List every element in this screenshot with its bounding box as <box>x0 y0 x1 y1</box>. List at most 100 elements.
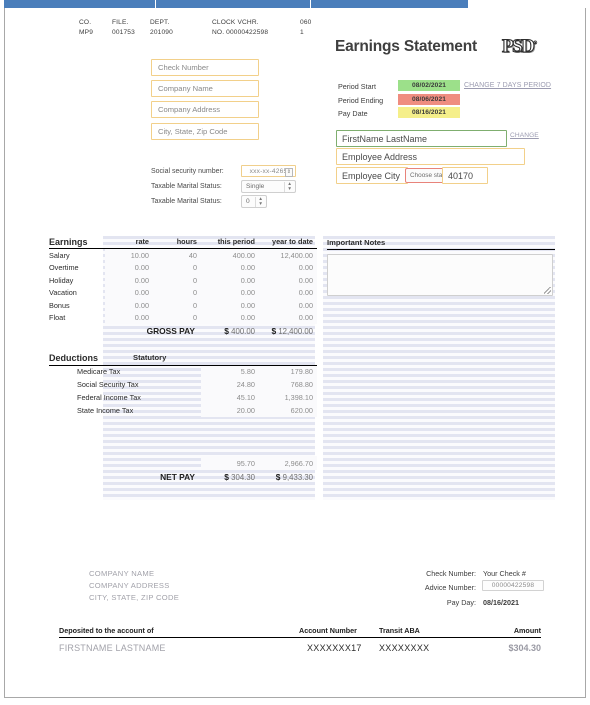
earnings-hours-cell[interactable]: 0 <box>153 261 201 274</box>
earnings-rate-cell[interactable]: 0.00 <box>105 311 153 325</box>
earnings-hours-cell[interactable]: 40 <box>153 248 201 262</box>
earnings-ytd-cell[interactable]: 0.00 <box>259 311 317 325</box>
column-header-this-period: this period <box>201 236 259 250</box>
deduction-this-cell[interactable]: 20.00 <box>201 404 259 417</box>
ssn-input[interactable]: xxx-xx-4265 ⇕ <box>241 165 296 177</box>
earnings-ytd-cell[interactable]: 0.00 <box>259 298 317 312</box>
earnings-hours-cell[interactable]: 0 <box>153 311 201 325</box>
earnings-this-cell[interactable]: 0.00 <box>201 298 259 312</box>
deduction-ytd-cell[interactable]: 620.00 <box>259 404 317 417</box>
deposit-header-account-number: Account Number <box>299 626 357 635</box>
earnings-row-label: Overtime <box>49 262 79 272</box>
advice-number-label: Advice Number: <box>424 583 476 592</box>
deduction-this-cell[interactable]: 45.10 <box>201 391 259 404</box>
progress-divider <box>310 0 311 8</box>
deduction-ytd-cell[interactable]: 768.80 <box>259 378 317 391</box>
meta-label-clock: CLOCK VCHR. <box>212 19 259 26</box>
earnings-rate-cell[interactable]: 10.00 <box>105 248 153 262</box>
gross-pay-this-value: 400.00 <box>231 327 255 337</box>
pay-day-value: 08/16/2021 <box>483 598 519 607</box>
deduction-this-cell[interactable]: 5.80 <box>201 365 259 378</box>
marital-status-select-2[interactable]: 0 ▴ ▾ <box>241 195 267 208</box>
progress-divider <box>155 0 156 8</box>
currency-symbol: $ <box>271 326 277 337</box>
earnings-this-cell[interactable]: 0.00 <box>201 273 259 287</box>
deposit-value-row: FIRSTNAME LASTNAME XXXXXXX17 XXXXXXXX $3… <box>59 643 541 657</box>
deduction-row-label: Federal Income Tax <box>77 393 141 402</box>
company-name-input[interactable]: Company Name <box>151 80 259 97</box>
earnings-row-label: Bonus <box>49 300 70 310</box>
table-row: Overtime 0.00 0 0.00 0.00 <box>49 261 317 274</box>
page-title: Earnings Statement <box>335 38 477 55</box>
employee-zip-input[interactable]: 40170 <box>442 167 488 184</box>
earnings-hours-cell[interactable]: 0 <box>153 273 201 287</box>
check-number-input[interactable]: Check Number <box>151 59 259 76</box>
spacer-row <box>49 430 317 443</box>
top-progress-bar <box>0 0 590 8</box>
employee-name-input[interactable]: FirstName LastName <box>336 130 507 147</box>
net-pay-ytd: $ 9,433.30 <box>259 470 317 483</box>
earnings-rate-cell[interactable]: 0.00 <box>105 286 153 299</box>
earnings-rate-cell[interactable]: 0.00 <box>105 273 153 287</box>
meta-value-row: MP9 001753 201090 NO. 00000422598 1 <box>79 28 330 38</box>
advice-number-input[interactable]: 00000422598 <box>482 580 544 591</box>
earnings-hours-cell[interactable]: 0 <box>153 298 201 312</box>
gross-pay-row: GROSS PAY $ 400.00 $ 12,400.00 <box>49 324 317 337</box>
change-employee-link[interactable]: CHANGE <box>510 132 539 139</box>
payroll-meta-header: CO. FILE. DEPT. CLOCK VCHR. 060 MP9 0017… <box>79 18 330 38</box>
marital-status-label-1: Taxable Marital Status: <box>151 183 222 190</box>
table-row: State Income Tax 20.00 620.00 <box>49 404 317 417</box>
meta-value-dept: 201090 <box>150 29 173 36</box>
stepper-icon[interactable]: ⇕ <box>285 167 293 177</box>
column-header-rate: rate <box>105 236 153 250</box>
net-pay-this-period: $ 304.30 <box>201 470 259 483</box>
company-city-input[interactable]: City, State, Zip Code <box>151 123 259 140</box>
chevron-updown-icon: ▴▾ <box>284 181 291 192</box>
meta-label-co: CO. <box>79 19 92 26</box>
meta-label-file: FILE. <box>112 19 129 26</box>
check-number-label: Check Number: <box>426 569 476 578</box>
employee-address-input[interactable]: Employee Address <box>336 148 525 165</box>
deduction-ytd-cell[interactable]: 179.80 <box>259 365 317 378</box>
table-row: Salary 10.00 40 400.00 12,400.00 <box>49 248 317 262</box>
marital-status-value-1: Single <box>246 183 265 190</box>
deduction-row-label: Social Security Tax <box>77 380 139 389</box>
earnings-ytd-cell[interactable]: 0.00 <box>259 261 317 274</box>
earnings-this-cell[interactable]: 0.00 <box>201 311 259 325</box>
earnings-ytd-cell[interactable]: 12,400.00 <box>259 248 317 262</box>
marital-status-select-1[interactable]: Single ▴ ▾ <box>241 180 296 193</box>
deduction-this-cell[interactable]: 24.80 <box>201 378 259 391</box>
earnings-this-cell[interactable]: 0.00 <box>201 261 259 274</box>
company-address-input[interactable]: Company Address <box>151 101 259 118</box>
table-row: Float 0.00 0 0.00 0.00 <box>49 311 317 325</box>
earnings-ytd-cell[interactable]: 0.00 <box>259 286 317 299</box>
pay-date-value[interactable]: 08/16/2021 <box>398 107 460 118</box>
earnings-table: Earnings rate hours this period year to … <box>49 236 317 337</box>
important-notes-textarea[interactable] <box>327 254 553 296</box>
meta-value-voucher: 1 <box>300 29 304 36</box>
resize-grip-icon[interactable] <box>544 287 551 294</box>
psd-logo: PSD® <box>501 35 537 58</box>
period-start-value[interactable]: 08/02/2021 <box>398 80 460 91</box>
earnings-ytd-cell[interactable]: 0.00 <box>259 273 317 287</box>
earnings-rate-cell[interactable]: 0.00 <box>105 261 153 274</box>
logo-text: PSD <box>501 35 535 57</box>
change-period-link[interactable]: CHANGE 7 DAYS PERIOD <box>464 82 551 89</box>
deduction-ytd-cell[interactable]: 1,398.10 <box>259 391 317 404</box>
earnings-hours-cell[interactable]: 0 <box>153 286 201 299</box>
deposit-account-number: XXXXXXX17 <box>307 643 362 653</box>
deductions-subtotal-row: 95.70 2,966.70 <box>49 456 317 470</box>
employee-city-input[interactable]: Employee City <box>336 167 408 184</box>
earnings-rate-cell[interactable]: 0.00 <box>105 298 153 312</box>
deductions-subtotal-ytd: 2,966.70 <box>259 456 317 470</box>
meta-label-voucher: 060 <box>300 19 312 26</box>
earnings-this-cell[interactable]: 0.00 <box>201 286 259 299</box>
period-ending-value[interactable]: 08/06/2021 <box>398 94 460 105</box>
net-pay-row: NET PAY $ 304.30 $ 9,433.30 <box>49 470 317 483</box>
gross-pay-label: GROSS PAY <box>146 326 195 337</box>
check-number-value: Your Check # <box>483 569 526 578</box>
gross-pay-ytd-value: 12,400.00 <box>278 327 313 337</box>
gross-pay-ytd: $ 12,400.00 <box>259 324 317 337</box>
earnings-this-cell[interactable]: 400.00 <box>201 248 259 262</box>
ssn-label: Social security number: <box>151 168 224 175</box>
